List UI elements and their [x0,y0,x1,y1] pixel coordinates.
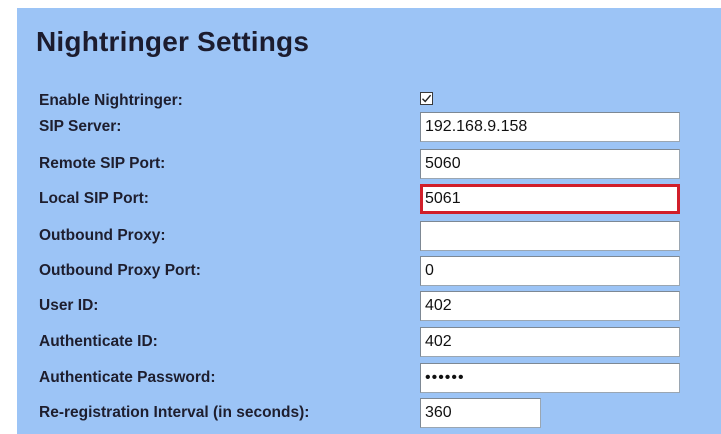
row-outbound-proxy: Outbound Proxy: [17,219,721,251]
outbound-proxy-label: Outbound Proxy: [39,227,166,244]
enable-nightringer-checkbox[interactable] [420,92,433,105]
authenticate-id-input[interactable] [420,327,680,357]
local-sip-port-label: Local SIP Port: [39,190,149,207]
enable-nightringer-label: Enable Nightringer: [39,92,183,109]
row-authenticate-id: Authenticate ID: [17,325,721,357]
outbound-proxy-input[interactable] [420,221,680,251]
sip-server-input[interactable] [420,112,680,142]
remote-sip-port-input[interactable] [420,149,680,179]
row-remote-sip-port: Remote SIP Port: [17,147,721,179]
authenticate-id-label: Authenticate ID: [39,333,158,350]
local-sip-port-input[interactable] [420,184,680,214]
row-sip-server: SIP Server: [17,110,721,142]
page-title: Nightringer Settings [36,26,310,57]
user-id-label: User ID: [39,297,99,314]
row-outbound-proxy-port: Outbound Proxy Port: [17,254,721,286]
row-authenticate-password: Authenticate Password: [17,361,721,393]
authenticate-password-label: Authenticate Password: [39,369,216,386]
row-reregistration-interval: Re-registration Interval (in seconds): [17,396,721,428]
outbound-proxy-port-label: Outbound Proxy Port: [39,262,201,279]
outbound-proxy-port-input[interactable] [420,256,680,286]
authenticate-password-input[interactable] [420,363,680,393]
checkmark-icon [422,94,432,103]
row-user-id: User ID: [17,289,721,321]
sip-server-label: SIP Server: [39,118,122,135]
reregistration-interval-label: Re-registration Interval (in seconds): [39,404,310,421]
reregistration-interval-input[interactable] [420,398,541,428]
row-local-sip-port: Local SIP Port: [17,182,721,214]
nightringer-settings-panel: Nightringer Settings Enable Nightringer:… [17,8,721,434]
user-id-input[interactable] [420,291,680,321]
remote-sip-port-label: Remote SIP Port: [39,155,166,172]
